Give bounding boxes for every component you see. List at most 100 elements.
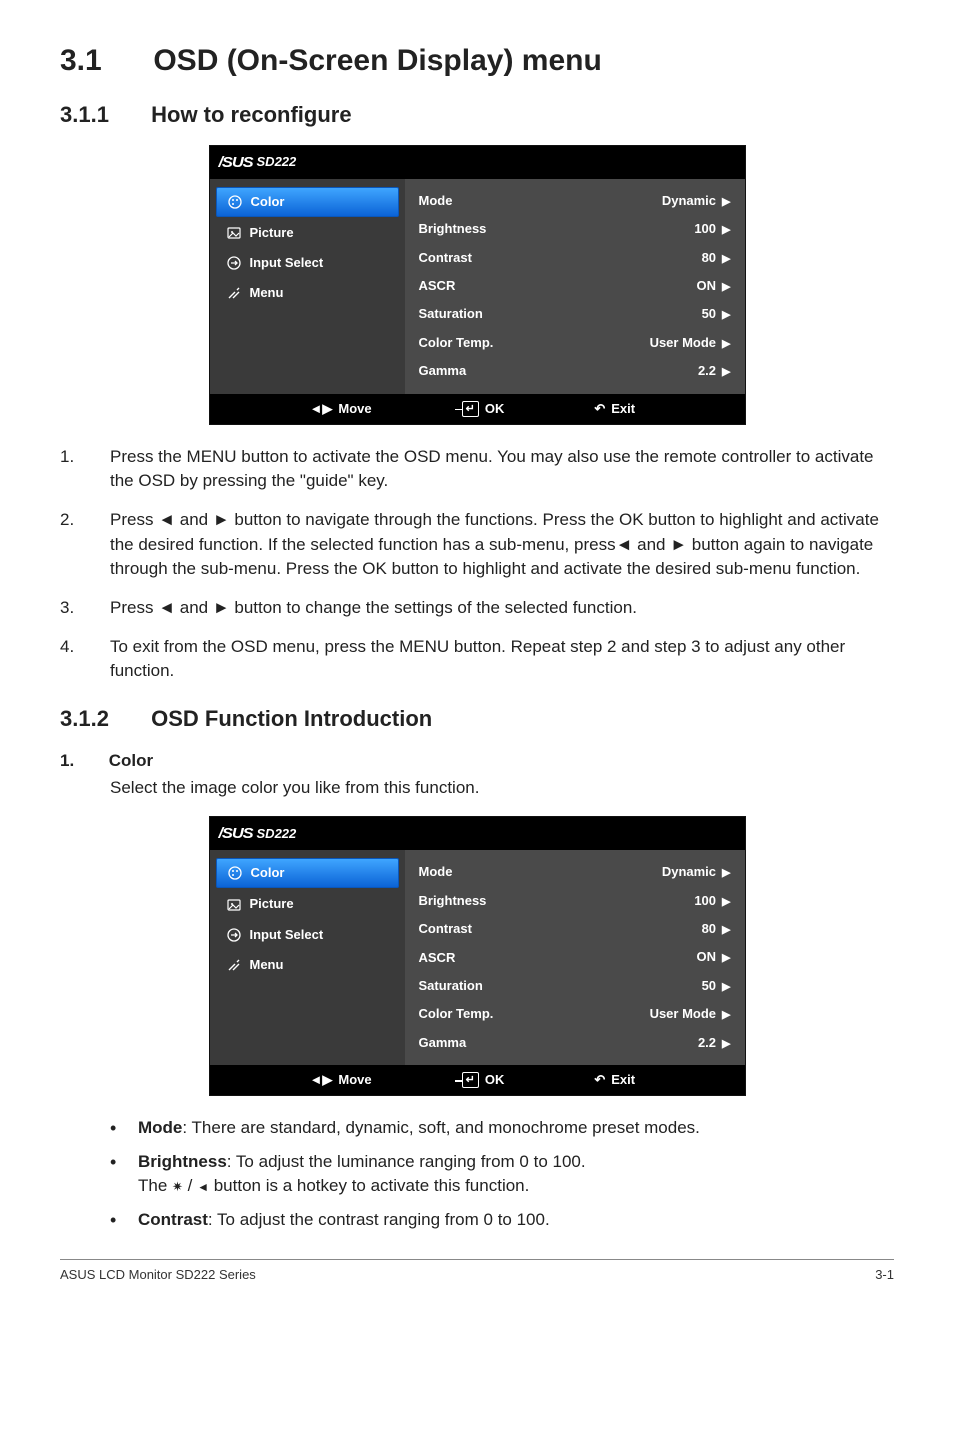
osd-footer-move: ◄▶ Move — [310, 400, 372, 418]
osd-footer-ok: ↵ OK — [462, 400, 505, 418]
chevron-right-icon: ▶ — [722, 1009, 730, 1021]
osd-nav-picture[interactable]: Picture — [216, 219, 399, 247]
color-section-label: Color — [109, 751, 153, 770]
left-right-arrow-icon: ◄▶ — [310, 400, 333, 418]
osd-footer-ok: ↵ OK — [462, 1071, 505, 1089]
osd-nav: Color Picture Input Select Menu — [210, 850, 405, 1065]
subsection-heading-text: OSD Function Introduction — [151, 706, 432, 731]
osd-row-label: Mode — [419, 863, 453, 881]
osd-row-value: ON — [697, 278, 717, 293]
osd-nav-label: Picture — [250, 895, 294, 913]
osd-row-value: 2.2 — [698, 363, 716, 378]
left-arrow-icon — [197, 1176, 209, 1195]
osd-footer-ok-label: OK — [485, 1071, 505, 1089]
chevron-right-icon: ▶ — [722, 952, 730, 964]
osd-footer: ◄▶ Move ↵ OK ↶ Exit — [210, 1065, 745, 1095]
subsection-3-1-1-title: 3.1.1 How to reconfigure — [60, 100, 894, 131]
bullet-text: button is a hotkey to activate this func… — [209, 1176, 529, 1195]
osd-row-gamma[interactable]: Gamma 2.2 ▶ — [419, 357, 731, 385]
osd-row-value: Dynamic — [662, 864, 716, 879]
chevron-right-icon: ▶ — [722, 281, 730, 293]
osd-panel: /SUS SD222 Color Picture Input Select — [209, 145, 746, 425]
osd-row-label: Gamma — [419, 362, 467, 380]
osd-row-value: 100 — [694, 221, 716, 236]
palette-icon — [227, 865, 243, 881]
osd-nav-menu[interactable]: Menu — [216, 279, 399, 307]
osd-nav-color[interactable]: Color — [216, 187, 399, 217]
input-select-icon — [226, 927, 242, 943]
chevron-right-icon: ▶ — [722, 196, 730, 208]
osd-nav-label: Input Select — [250, 926, 324, 944]
left-arrow-icon: ◄ — [158, 510, 175, 529]
osd-row-label: ASCR — [419, 949, 456, 967]
text: Press — [110, 598, 158, 617]
osd-footer-move-label: Move — [338, 1071, 371, 1089]
bullet-text: : There are standard, dynamic, soft, and… — [182, 1118, 700, 1137]
subsection-number: 3.1.1 — [60, 100, 145, 131]
osd-row-value: User Mode — [650, 335, 716, 350]
input-select-icon — [226, 255, 242, 271]
left-arrow-icon: ◄ — [616, 535, 633, 554]
osd-row-value: Dynamic — [662, 193, 716, 208]
chevron-right-icon: ▶ — [722, 338, 730, 350]
osd-row-contrast[interactable]: Contrast 80▶ — [419, 915, 731, 943]
color-section-number: 1. — [60, 749, 104, 773]
osd-row-ascr[interactable]: ASCR ON▶ — [419, 943, 731, 971]
text: button to change the settings of the sel… — [230, 598, 637, 617]
tools-icon — [226, 285, 242, 301]
chevron-right-icon: ▶ — [722, 366, 730, 378]
osd-row-brightness[interactable]: Brightness 100▶ — [419, 887, 731, 915]
osd-settings: Mode Dynamic ▶ Brightness 100▶ Contrast 8… — [405, 850, 745, 1065]
color-section: 1. Color Select the image color you like… — [60, 749, 894, 801]
osd-nav-input-select[interactable]: Input Select — [216, 921, 399, 949]
right-arrow-icon: ► — [213, 598, 230, 617]
osd-row-label: Saturation — [419, 977, 483, 995]
enter-icon: ↵ — [462, 401, 479, 417]
osd-row-colortemp[interactable]: Color Temp. User Mode ▶ — [419, 329, 731, 357]
chevron-right-icon: ▶ — [722, 224, 730, 236]
osd-nav-label: Picture — [250, 224, 294, 242]
osd-row-ascr[interactable]: ASCR ON ▶ — [419, 272, 731, 300]
osd-nav-label: Menu — [250, 284, 284, 302]
right-arrow-icon: ► — [213, 510, 230, 529]
steps-list: Press the MENU button to activate the OS… — [60, 445, 894, 684]
osd-row-value: 50 — [702, 978, 716, 993]
osd-row-mode[interactable]: Mode Dynamic▶ — [419, 187, 731, 215]
osd-footer-ok-label: OK — [485, 400, 505, 418]
osd-nav-menu[interactable]: Menu — [216, 951, 399, 979]
chevron-right-icon: ▶ — [722, 867, 730, 879]
bullet-label: Mode — [138, 1118, 182, 1137]
osd-nav-label: Color — [251, 864, 285, 882]
osd-row-colortemp[interactable]: Color Temp. User Mode▶ — [419, 1000, 731, 1028]
osd-footer-move-label: Move — [338, 400, 371, 418]
osd-nav-input-select[interactable]: Input Select — [216, 249, 399, 277]
osd-row-label: ASCR — [419, 277, 456, 295]
osd-row-label: Contrast — [419, 249, 472, 267]
footer-page-number: 3-1 — [875, 1266, 894, 1284]
chevron-right-icon: ▶ — [722, 981, 730, 993]
bullet-text: : To adjust the luminance ranging from 0… — [227, 1152, 586, 1171]
osd-row-brightness[interactable]: Brightness 100 ▶ — [419, 215, 731, 243]
osd-row-label: Brightness — [419, 220, 487, 238]
osd-footer: ◄▶ Move ↵ OK ↶ Exit — [210, 394, 745, 424]
osd-row-contrast[interactable]: Contrast 80▶ — [419, 244, 731, 272]
osd-row-saturation[interactable]: Saturation 50 ▶ — [419, 972, 731, 1000]
osd-row-label: Color Temp. — [419, 334, 494, 352]
osd-nav-picture[interactable]: Picture — [216, 890, 399, 918]
osd-header: /SUS SD222 — [210, 146, 745, 179]
section-title: 3.1 OSD (On-Screen Display) menu — [60, 40, 894, 82]
osd-footer-move: ◄▶ Move — [310, 1071, 372, 1089]
osd-row-saturation[interactable]: Saturation 50▶ — [419, 300, 731, 328]
right-arrow-icon: ► — [670, 535, 687, 554]
osd-row-label: Saturation — [419, 305, 483, 323]
osd-row-gamma[interactable]: Gamma 2.2▶ — [419, 1029, 731, 1057]
chevron-right-icon: ▶ — [722, 309, 730, 321]
section-number: 3.1 — [60, 40, 145, 82]
osd-nav-color[interactable]: Color — [216, 858, 399, 888]
color-section-desc: Select the image color you like from thi… — [60, 776, 894, 800]
left-right-arrow-icon: ◄▶ — [310, 1071, 333, 1089]
bullet-contrast: Contrast: To adjust the contrast ranging… — [110, 1208, 894, 1232]
osd-row-value: 100 — [694, 893, 716, 908]
osd-row-mode[interactable]: Mode Dynamic ▶ — [419, 858, 731, 886]
footer-left: ASUS LCD Monitor SD222 Series — [60, 1266, 256, 1284]
